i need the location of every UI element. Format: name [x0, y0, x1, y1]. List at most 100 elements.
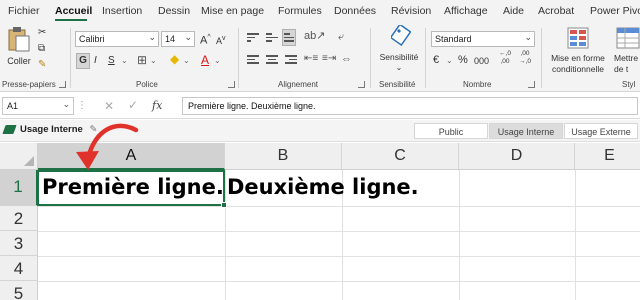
conditional-formatting-icon	[567, 27, 589, 49]
table-icon	[616, 27, 640, 49]
chevron-down-icon[interactable]: ⌄	[214, 54, 221, 68]
currency-button[interactable]: €	[433, 53, 439, 67]
tab-affichage[interactable]: Affichage	[444, 5, 488, 17]
conditional-formatting-button[interactable]: Mise en forme conditionnelle	[545, 25, 611, 77]
align-left-icon[interactable]	[247, 53, 259, 66]
font-color-button[interactable]: A	[201, 53, 209, 67]
percent-button[interactable]: %	[458, 53, 468, 67]
table-format-line2: de t	[614, 64, 629, 74]
increase-decimal-button[interactable]: ←,0 ,00	[496, 50, 514, 66]
copy-icon[interactable]: ⧉	[38, 42, 45, 56]
chevron-down-icon[interactable]: ⌄	[121, 54, 128, 68]
font-name-select[interactable]: Calibri ⌄	[75, 31, 159, 47]
tab-acrobat[interactable]: Acrobat	[538, 5, 574, 17]
enter-icon[interactable]: ✓	[128, 98, 138, 112]
decrease-indent-icon[interactable]: ⇤≡	[304, 52, 318, 66]
italic-button[interactable]: I	[94, 54, 97, 68]
active-tab-indicator	[55, 19, 87, 21]
clipboard-launcher-icon[interactable]	[59, 81, 66, 88]
formula-input[interactable]: Première ligne. Deuxième ligne.	[182, 97, 638, 115]
tab-accueil[interactable]: Accueil	[55, 5, 92, 17]
gridline	[38, 206, 640, 207]
thousands-button[interactable]: 000	[474, 54, 489, 68]
cancel-icon[interactable]: ✕	[104, 99, 114, 113]
row-header-2[interactable]: 2	[0, 206, 38, 231]
tab-insertion[interactable]: Insertion	[102, 5, 142, 17]
column-header-c[interactable]: C	[342, 143, 459, 170]
bold-button[interactable]: G	[76, 53, 90, 69]
tab-revision[interactable]: Révision	[391, 5, 431, 17]
tab-donnees[interactable]: Données	[334, 5, 376, 17]
underline-button[interactable]: S	[108, 54, 115, 68]
alignment-launcher-icon[interactable]	[358, 81, 365, 88]
merge-cells-icon[interactable]: ⇔	[341, 52, 352, 66]
format-as-table-button[interactable]: Mettre de t	[612, 25, 640, 77]
chevron-down-icon[interactable]: ⌄	[446, 54, 453, 68]
tab-formules[interactable]: Formules	[278, 5, 322, 17]
sensitivity-option-internal[interactable]: Usage Interne	[489, 123, 563, 139]
font-name-value: Calibri	[79, 34, 105, 44]
row-header-3[interactable]: 3	[0, 231, 38, 256]
tab-aide[interactable]: Aide	[503, 5, 524, 17]
sensitivity-option-external[interactable]: Usage Externe	[564, 123, 638, 139]
insert-function-button[interactable]: fx	[152, 99, 162, 112]
sensitivity-button[interactable]: Sensibilité ⌄	[377, 25, 421, 75]
row-header-4[interactable]: 4	[0, 256, 38, 281]
align-top-icon[interactable]	[247, 31, 259, 44]
tab-fichier[interactable]: Fichier	[8, 5, 40, 17]
decrease-decimal-button[interactable]: ,00 →,0	[516, 50, 534, 66]
ribbon: Coller ✂ ⧉ ✎ Presse-papiers Calibri ⌄ 14 ⌄…	[0, 22, 640, 92]
wrap-text-icon[interactable]: ⤶	[338, 30, 344, 44]
align-center-icon[interactable]	[266, 53, 278, 66]
font-launcher-icon[interactable]	[228, 81, 235, 88]
gridline	[38, 256, 640, 257]
paste-button[interactable]: Coller	[4, 26, 34, 72]
number-format-select[interactable]: Standard ⌄	[431, 31, 535, 47]
group-divider	[541, 28, 542, 88]
number-launcher-icon[interactable]	[528, 81, 535, 88]
column-header-b[interactable]: B	[225, 143, 342, 170]
cell-b1[interactable]: Deuxième ligne.	[227, 175, 419, 199]
borders-icon[interactable]: ⊞	[137, 53, 147, 67]
increase-indent-icon[interactable]: ≡⇥	[322, 52, 336, 66]
chevron-down-icon: ⌄	[395, 63, 403, 72]
tab-dessin[interactable]: Dessin	[158, 5, 190, 17]
sensitivity-option-public[interactable]: Public	[414, 123, 488, 139]
font-size-select[interactable]: 14 ⌄	[161, 31, 195, 47]
align-middle-icon[interactable]	[266, 31, 278, 44]
chevron-down-icon: ⌄	[62, 99, 70, 109]
clipboard-icon	[8, 27, 30, 52]
styles-group-label: Styl	[622, 80, 636, 89]
ribbon-tabs: Fichier Accueil Insertion Dessin Mise en…	[0, 0, 640, 22]
row-header-5[interactable]: 5	[0, 281, 38, 300]
tab-mise-en-page[interactable]: Mise en page	[201, 5, 264, 17]
group-divider	[425, 28, 426, 88]
format-painter-icon[interactable]: ✎	[38, 58, 46, 72]
row-header-1[interactable]: 1	[0, 170, 38, 206]
chevron-down-icon[interactable]: ⌄	[150, 54, 157, 68]
annotation-arrow-icon	[76, 123, 139, 170]
number-group-label: Nombre	[463, 80, 492, 89]
align-right-icon[interactable]	[285, 53, 297, 66]
gridline	[38, 231, 640, 232]
paste-label: Coller	[7, 56, 31, 66]
grow-font-button[interactable]: A^	[200, 31, 211, 48]
shrink-font-button[interactable]: Av	[216, 32, 226, 48]
fill-handle[interactable]	[221, 202, 227, 208]
name-box[interactable]: A1 ⌄	[2, 97, 74, 115]
gridline	[38, 281, 640, 282]
sensitivity-label: Sensibilité	[379, 52, 419, 62]
number-format-value: Standard	[435, 34, 472, 44]
cond-format-line1: Mise en forme	[551, 53, 605, 63]
column-header-e[interactable]: E	[575, 143, 640, 170]
select-all-button[interactable]	[0, 143, 38, 170]
group-divider	[370, 28, 371, 88]
formula-bar: A1 ⌄ ⋮ ✕ ✓ fx Première ligne. Deuxième l…	[0, 93, 640, 119]
column-header-d[interactable]: D	[459, 143, 575, 170]
chevron-down-icon[interactable]: ⌄	[183, 54, 190, 68]
align-bottom-icon[interactable]	[282, 29, 296, 46]
orientation-icon[interactable]: ab↗	[304, 29, 325, 43]
fill-color-icon[interactable]: ◆	[170, 52, 179, 66]
cut-icon[interactable]: ✂	[38, 26, 46, 40]
tab-power-pivot[interactable]: Power Pivot	[590, 5, 640, 17]
